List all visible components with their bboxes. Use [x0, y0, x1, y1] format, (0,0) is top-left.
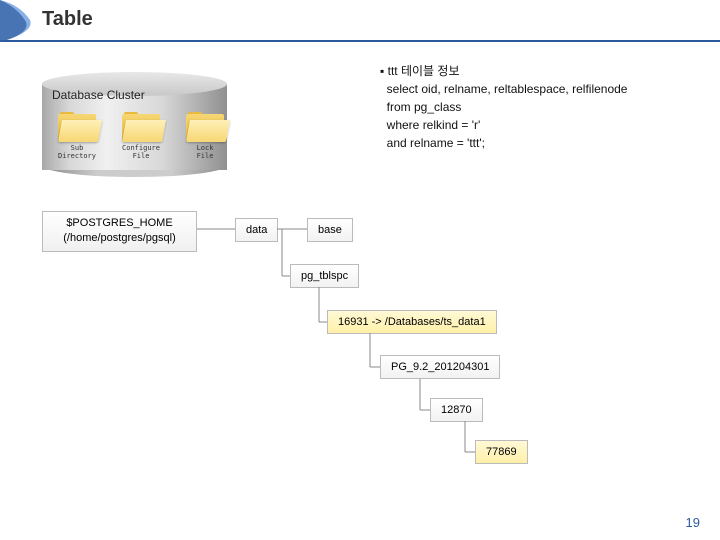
- cluster-label: Database Cluster: [52, 88, 145, 102]
- slide-title: Table: [42, 8, 93, 31]
- node-pg-tblspc: pg_tblspc: [290, 264, 359, 288]
- node-pg-version-dir: PG_9.2_201204301: [380, 355, 500, 379]
- table-info-block: ▪ ttt 테이블 정보 select oid, relname, reltab…: [380, 62, 627, 152]
- folder-sub-directory: Sub Directory: [52, 112, 102, 161]
- bullet-icon: ▪: [380, 62, 384, 80]
- node-symlink-16931: 16931 -> /Databases/ts_data1: [327, 310, 497, 334]
- database-cluster-diagram: Database Cluster Sub Directory Configure…: [42, 72, 232, 177]
- folder-configure-file: Configure File: [116, 112, 166, 161]
- sql-line: select oid, relname, reltablespace, relf…: [387, 82, 628, 96]
- folder-lock-file: Lock File: [180, 112, 230, 161]
- header-decoration-swoosh: [0, 0, 38, 42]
- folder-icon: [186, 112, 224, 142]
- folder-label: Lock File: [197, 144, 214, 161]
- folder-label: Configure File: [122, 144, 160, 161]
- node-base: base: [307, 218, 353, 242]
- info-title: ttt 테이블 정보: [388, 64, 460, 78]
- folder-icon: [122, 112, 160, 142]
- folder-row: Sub Directory Configure File Lock File: [52, 112, 230, 161]
- sql-line: where relkind = 'r': [387, 118, 481, 132]
- folder-label: Sub Directory: [58, 144, 96, 161]
- slide-header: Table: [0, 0, 720, 42]
- page-number: 19: [686, 515, 700, 530]
- node-relfilenode: 77869: [475, 440, 528, 464]
- sql-line: from pg_class: [387, 100, 462, 114]
- node-data: data: [235, 218, 278, 242]
- root-line2: (/home/postgres/pgsql): [63, 232, 176, 244]
- sql-line: and relname = 'ttt';: [387, 136, 485, 150]
- path-root-node: $POSTGRES_HOME (/home/postgres/pgsql): [42, 211, 197, 252]
- cylinder-shape: Database Cluster Sub Directory Configure…: [42, 72, 227, 177]
- folder-icon: [58, 112, 96, 142]
- node-db-oid: 12870: [430, 398, 483, 422]
- root-line1: $POSTGRES_HOME: [66, 217, 172, 229]
